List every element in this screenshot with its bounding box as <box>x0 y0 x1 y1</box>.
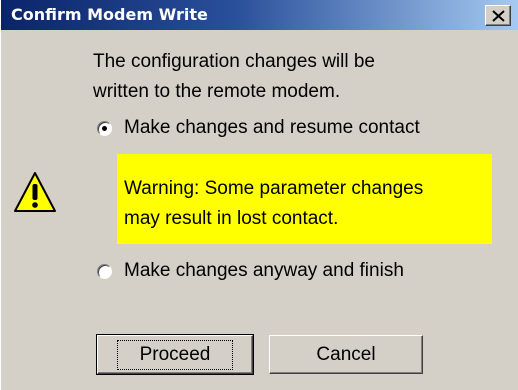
confirm-dialog: Confirm Modem Write The configuration ch… <box>0 0 518 390</box>
cancel-button[interactable]: Cancel <box>269 335 423 374</box>
option-finish-label: Make changes anyway and finish <box>124 260 404 281</box>
dialog-title: Confirm Modem Write <box>11 5 208 24</box>
option-resume-contact[interactable]: Make changes and resume contact <box>97 117 420 139</box>
close-button[interactable] <box>485 5 511 26</box>
warning-icon <box>13 170 57 219</box>
message-line-2: written to the remote modem. <box>93 81 341 102</box>
warning-line-2: may result in lost contact. <box>124 208 339 229</box>
warning-box: Warning: Some parameter changes may resu… <box>117 154 492 244</box>
proceed-button[interactable]: Proceed <box>96 334 254 375</box>
radio-finish[interactable] <box>97 263 112 279</box>
close-icon <box>492 10 505 22</box>
proceed-button-label: Proceed <box>116 339 234 370</box>
option-finish[interactable]: Make changes anyway and finish <box>97 260 404 282</box>
message-line-1: The configuration changes will be <box>93 51 376 72</box>
warning-line-1: Warning: Some parameter changes <box>124 178 424 199</box>
radio-resume-contact[interactable] <box>97 120 112 136</box>
cancel-button-label: Cancel <box>316 343 376 365</box>
confirm-message: The configuration changes will be writte… <box>93 47 493 107</box>
option-resume-contact-label: Make changes and resume contact <box>124 117 420 138</box>
title-bar[interactable]: Confirm Modem Write <box>1 0 518 30</box>
warning-text: Warning: Some parameter changes may resu… <box>124 174 484 234</box>
